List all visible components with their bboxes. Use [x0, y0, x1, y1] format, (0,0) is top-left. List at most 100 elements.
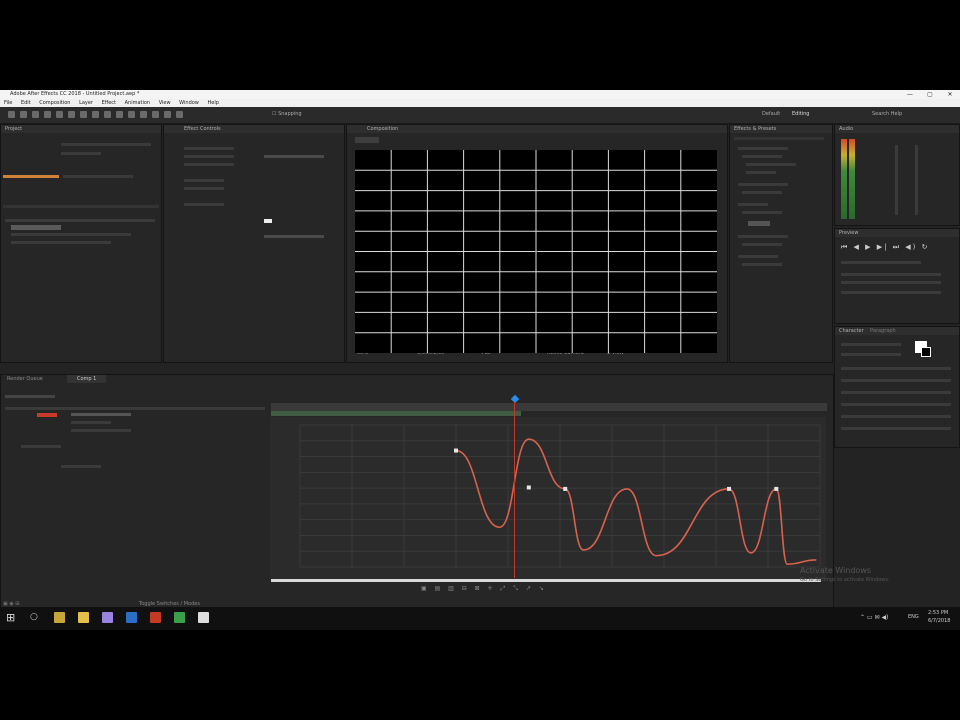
layer-property-4[interactable]: [61, 465, 101, 468]
workspace-default[interactable]: Default: [762, 111, 780, 117]
brush-tool-icon[interactable]: [128, 111, 135, 118]
menu-composition[interactable]: Composition: [39, 100, 70, 106]
project-item-selected[interactable]: [11, 225, 61, 230]
preset-folder[interactable]: [738, 147, 788, 150]
audio-slider[interactable]: [895, 145, 898, 215]
layer-property[interactable]: [71, 421, 111, 424]
framerate-row[interactable]: [841, 273, 941, 276]
system-tray-icons[interactable]: ⌃ ▭ ✉ ◀): [860, 614, 888, 621]
after-effects-icon[interactable]: [102, 612, 113, 623]
preset-item-5[interactable]: [742, 211, 782, 214]
color-swatch[interactable]: [264, 219, 272, 223]
preset-selected[interactable]: [748, 221, 770, 226]
clock-date[interactable]: 6/7/2018: [928, 618, 950, 624]
zoom-tool-icon[interactable]: [44, 111, 51, 118]
fx-row[interactable]: [184, 147, 234, 150]
fx-row-6[interactable]: [184, 203, 224, 206]
eraser-tool-icon[interactable]: [152, 111, 159, 118]
pan-behind-tool-icon[interactable]: [80, 111, 87, 118]
graph-editor[interactable]: [270, 417, 826, 579]
fx-row-3[interactable]: [184, 163, 234, 166]
paragraph-tab[interactable]: Paragraph: [870, 328, 896, 334]
speed-graph[interactable]: [270, 417, 826, 579]
resolution-row[interactable]: [841, 281, 941, 284]
word-icon[interactable]: [126, 612, 137, 623]
project-item-2[interactable]: [11, 241, 111, 244]
menu-animation[interactable]: Animation: [125, 100, 151, 106]
timeline-timecode[interactable]: [5, 395, 55, 398]
project-item[interactable]: [11, 233, 131, 236]
close-button[interactable]: ✕: [940, 90, 960, 99]
snapping-label[interactable]: ☐ Snapping: [272, 111, 302, 117]
stroke-color-swatch[interactable]: [921, 347, 931, 357]
comp-timeline-tab[interactable]: Comp 1: [67, 375, 107, 383]
selection-tool-icon[interactable]: [20, 111, 27, 118]
search-help[interactable]: Search Help: [872, 111, 902, 117]
shortcut-row[interactable]: [841, 261, 921, 264]
text-tool-icon[interactable]: [116, 111, 123, 118]
keyframe-handle[interactable]: [774, 486, 779, 491]
menu-window[interactable]: Window: [179, 100, 199, 106]
shape-tool-icon[interactable]: [92, 111, 99, 118]
baseline-row[interactable]: [841, 415, 951, 418]
fullscreen-row[interactable]: [841, 291, 941, 294]
scale-row[interactable]: [841, 403, 951, 406]
work-area-bar[interactable]: [271, 411, 521, 416]
audio-slider-2[interactable]: [915, 145, 918, 215]
menu-view[interactable]: View: [159, 100, 171, 106]
style-buttons-row[interactable]: [841, 427, 951, 430]
camtasia-icon[interactable]: [174, 612, 185, 623]
preset-folder-5[interactable]: [738, 255, 778, 258]
clone-tool-icon[interactable]: [140, 111, 147, 118]
keyframe-handle[interactable]: [563, 486, 568, 491]
layer-property-2[interactable]: [71, 429, 131, 432]
font-size-row[interactable]: [841, 367, 951, 370]
fx-row-2[interactable]: [184, 155, 234, 158]
preset-folder-4[interactable]: [738, 235, 788, 238]
menu-edit[interactable]: Edit: [21, 100, 31, 106]
puppet-tool-icon[interactable]: [176, 111, 183, 118]
preset-item-2[interactable]: [746, 163, 796, 166]
preset-item[interactable]: [742, 155, 782, 158]
font-family-select[interactable]: [841, 343, 901, 346]
project-search-field[interactable]: [3, 205, 159, 208]
windows-start-icon[interactable]: ⊞: [6, 612, 15, 623]
stroke-row[interactable]: [841, 391, 951, 394]
preset-folder-2[interactable]: [738, 183, 788, 186]
font-style-select[interactable]: [841, 353, 901, 356]
keyframe-handle[interactable]: [454, 448, 458, 453]
preset-item-3[interactable]: [746, 171, 776, 174]
keyframe-handle[interactable]: [727, 486, 731, 491]
preset-item-4[interactable]: [742, 191, 782, 194]
time-ruler[interactable]: [271, 403, 827, 411]
menu-file[interactable]: File: [4, 100, 12, 106]
character-tab[interactable]: Character: [839, 328, 864, 334]
app-icon[interactable]: [198, 612, 209, 623]
fx-dropdown-2[interactable]: [264, 235, 324, 238]
clock-time[interactable]: 2:53 PM: [928, 610, 948, 616]
menu-help[interactable]: Help: [207, 100, 218, 106]
playback-controls[interactable]: ⏮ ◀ ▶ ▶| ⏭ ◀) ↻: [841, 243, 929, 252]
preset-item-6[interactable]: [742, 243, 782, 246]
pen-tool-icon[interactable]: [104, 111, 111, 118]
minimize-button[interactable]: —: [900, 90, 920, 99]
search-icon[interactable]: ○: [30, 612, 38, 622]
menu-layer[interactable]: Layer: [79, 100, 93, 106]
speed-curve[interactable]: [455, 438, 817, 565]
render-queue-tab[interactable]: Render Queue: [7, 376, 43, 382]
maximize-button[interactable]: ▢: [920, 90, 940, 99]
layer-property-3[interactable]: [21, 445, 61, 448]
effects-search[interactable]: [734, 137, 824, 140]
fx-dropdown[interactable]: [264, 155, 324, 158]
camera-tool-icon[interactable]: [68, 111, 75, 118]
powerpoint-icon[interactable]: [150, 612, 161, 623]
home-icon[interactable]: [8, 111, 15, 118]
kerning-row[interactable]: [841, 379, 951, 382]
comp-tab[interactable]: [355, 137, 379, 143]
composition-viewer[interactable]: +: [355, 150, 717, 353]
workspace-editing[interactable]: Editing: [792, 111, 809, 117]
fx-row-4[interactable]: [184, 179, 224, 182]
chrome-icon[interactable]: [54, 612, 65, 623]
layer-name[interactable]: [71, 413, 131, 416]
hand-tool-icon[interactable]: [32, 111, 39, 118]
